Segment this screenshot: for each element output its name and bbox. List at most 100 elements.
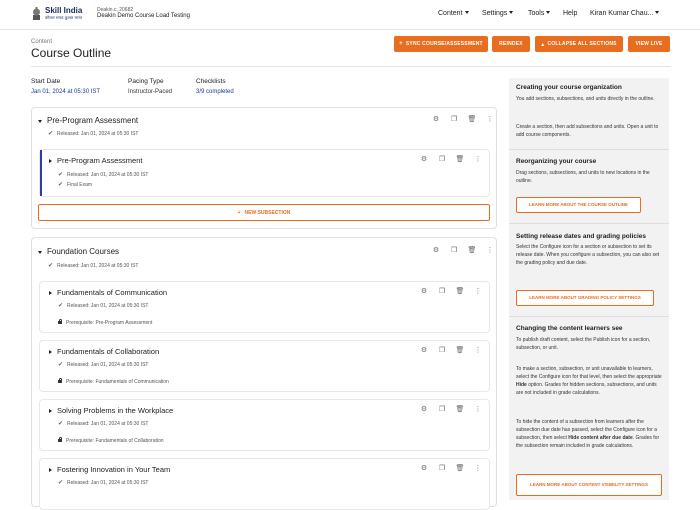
- expand-arrow-icon[interactable]: [49, 291, 52, 295]
- duplicate-icon[interactable]: ❐: [433, 155, 451, 163]
- check-icon: ✔: [48, 263, 54, 269]
- duplicate-icon[interactable]: ❐: [433, 346, 451, 354]
- nav-content-menu[interactable]: Content: [438, 10, 469, 17]
- section-release-status: ✔ Released: Jan 01, 2024 at 05:30 IST: [48, 262, 138, 269]
- subsection-title[interactable]: Solving Problems in the Workplace: [57, 406, 173, 415]
- subsection-title[interactable]: Pre-Program Assessment: [57, 156, 142, 165]
- collapse-arrow-icon[interactable]: [38, 120, 42, 123]
- pacing-type-value: Instructor-Paced: [128, 89, 173, 95]
- sidebar-text-bold: Hide: [516, 382, 527, 388]
- collapse-all-button[interactable]: ▴ COLLAPSE ALL SECTIONS: [535, 36, 623, 52]
- learn-grading-button[interactable]: LEARN MORE ABOUT GRADING POLICY SETTINGS: [516, 290, 654, 306]
- sidebar-text-part: option. Grades for hidden sections, subs…: [516, 382, 657, 396]
- gear-icon[interactable]: ⚙: [415, 464, 433, 472]
- new-subsection-button[interactable]: + NEW SUBSECTION: [38, 204, 490, 221]
- subsection-graded-as: ✔ Final Exam: [58, 181, 92, 188]
- drag-handle-icon[interactable]: ⋮: [469, 405, 487, 413]
- user-menu[interactable]: Kiran Kumar Chau...: [590, 10, 660, 17]
- user-name: Kiran Kumar Chau...: [590, 10, 654, 17]
- gear-icon[interactable]: ⚙: [415, 405, 433, 413]
- sync-course-button[interactable]: + SYNC COURSE/ASSESSMENT: [394, 36, 488, 52]
- logo-text[interactable]: Skill India: [45, 6, 82, 15]
- nav-help-link[interactable]: Help: [563, 10, 577, 17]
- release-text: Released: Jan 01, 2024 at 05:30 IST: [57, 263, 139, 269]
- release-text: Released: Jan 01, 2024 at 05:30 IST: [67, 362, 149, 368]
- drag-handle-icon[interactable]: ⋮: [481, 246, 499, 254]
- top-navbar: Skill India कौशल भारत-कुशल भारत Deakin.c…: [0, 0, 700, 30]
- breadcrumb[interactable]: Content: [31, 39, 52, 45]
- section-title[interactable]: Pre-Program Assessment: [47, 116, 138, 125]
- collapse-arrow-icon[interactable]: [38, 251, 42, 254]
- nav-content-label: Content: [438, 10, 463, 17]
- expand-arrow-icon[interactable]: [49, 159, 52, 163]
- lock-icon: [58, 436, 62, 442]
- drag-handle-icon[interactable]: ⋮: [469, 346, 487, 354]
- duplicate-icon[interactable]: ❐: [445, 115, 463, 123]
- gear-icon[interactable]: ⚙: [415, 155, 433, 163]
- checklists-label: Checklists: [196, 78, 226, 85]
- subsection-release-status: ✔ Released: Jan 01, 2024 at 05:30 IST: [58, 171, 148, 178]
- section-title[interactable]: Foundation Courses: [47, 247, 119, 256]
- section-actions: ⚙ ❐ 🗑 ⋮: [427, 246, 499, 254]
- start-date-value[interactable]: Jan 01, 2024 at 05:30 IST: [31, 89, 100, 95]
- collapse-all-label: COLLAPSE ALL SECTIONS: [547, 41, 617, 47]
- expand-arrow-icon[interactable]: [49, 468, 52, 472]
- duplicate-icon[interactable]: ❐: [433, 405, 451, 413]
- sidebar-text: To hide the content of a subsection from…: [516, 418, 663, 450]
- trash-icon[interactable]: 🗑: [451, 346, 469, 354]
- view-live-button[interactable]: VIEW LIVE: [628, 36, 670, 52]
- trash-icon[interactable]: 🗑: [451, 464, 469, 472]
- subsection-card: Fundamentals of Communication ✔ Released:…: [39, 281, 490, 333]
- gear-icon[interactable]: ⚙: [415, 346, 433, 354]
- sidebar-text: Drag sections, subsections, and units to…: [516, 170, 650, 184]
- expand-arrow-icon[interactable]: [49, 409, 52, 413]
- sidebar-text: Select the Configure icon for a section …: [516, 244, 660, 266]
- drag-handle-icon[interactable]: ⋮: [469, 287, 487, 295]
- trash-icon[interactable]: 🗑: [463, 115, 481, 123]
- nav-tools-label: Tools: [528, 10, 545, 17]
- drag-handle-icon[interactable]: ⋮: [469, 464, 487, 472]
- check-icon: ✔: [58, 303, 64, 309]
- gear-icon[interactable]: ⚙: [427, 246, 445, 254]
- chevron-down-icon: [655, 11, 660, 14]
- sidebar-text-bold: Hide content after due date: [568, 435, 633, 441]
- start-date-label: Start Date: [31, 78, 61, 85]
- subsection-card: Solving Problems in the Workplace ✔ Relea…: [39, 399, 490, 451]
- trash-icon[interactable]: 🗑: [451, 287, 469, 295]
- duplicate-icon[interactable]: ❐: [445, 246, 463, 254]
- release-text: Released: Jan 01, 2024 at 05:30 IST: [67, 172, 149, 178]
- check-icon: ✔: [58, 480, 64, 486]
- emblem-icon: [33, 7, 40, 20]
- trash-icon[interactable]: 🗑: [463, 246, 481, 254]
- gear-icon[interactable]: ⚙: [427, 115, 445, 123]
- checklists-value[interactable]: 3/9 completed: [196, 89, 234, 95]
- subsection-prerequisite: Prerequisite: Pre-Program Assessment: [58, 318, 152, 326]
- learn-visibility-button[interactable]: LEARN MORE ABOUT CONTENT VISIBILITY SETT…: [516, 474, 662, 496]
- subsection-title[interactable]: Fundamentals of Collaboration: [57, 347, 159, 356]
- section-card: Foundation Courses ✔ Released: Jan 01, 20…: [31, 237, 499, 510]
- nav-settings-menu[interactable]: Settings: [482, 10, 514, 17]
- sidebar-text: To publish draft content, select the Pub…: [516, 337, 651, 351]
- lock-icon: [58, 377, 62, 383]
- subsection-card: Pre-Program Assessment ✔ Released: Jan 01…: [39, 149, 490, 197]
- duplicate-icon[interactable]: ❐: [433, 464, 451, 472]
- duplicate-icon[interactable]: ❐: [433, 287, 451, 295]
- gear-icon[interactable]: ⚙: [415, 287, 433, 295]
- drag-handle-icon[interactable]: ⋮: [469, 155, 487, 163]
- nav-tools-menu[interactable]: Tools: [528, 10, 551, 17]
- reindex-button[interactable]: REINDEX: [492, 36, 530, 52]
- drag-handle-icon[interactable]: ⋮: [481, 115, 499, 123]
- plus-icon: +: [399, 41, 403, 47]
- subsection-card: Fundamentals of Collaboration ✔ Released:…: [39, 340, 490, 392]
- trash-icon[interactable]: 🗑: [451, 155, 469, 163]
- expand-arrow-icon[interactable]: [49, 350, 52, 354]
- subsection-actions: ⚙ ❐ 🗑 ⋮: [415, 155, 487, 163]
- check-icon: ✔: [58, 362, 64, 368]
- subsection-title[interactable]: Fundamentals of Communication: [57, 288, 167, 297]
- chevron-down-icon: [509, 11, 514, 14]
- subsection-release-status: ✔ Released: Jan 01, 2024 at 05:30 IST: [58, 420, 148, 427]
- subsection-release-status: ✔ Released: Jan 01, 2024 at 05:30 IST: [58, 479, 148, 486]
- trash-icon[interactable]: 🗑: [451, 405, 469, 413]
- subsection-title[interactable]: Fostering Innovation in Your Team: [57, 465, 170, 474]
- learn-outline-button[interactable]: LEARN MORE ABOUT THE COURSE OUTLINE: [516, 197, 641, 213]
